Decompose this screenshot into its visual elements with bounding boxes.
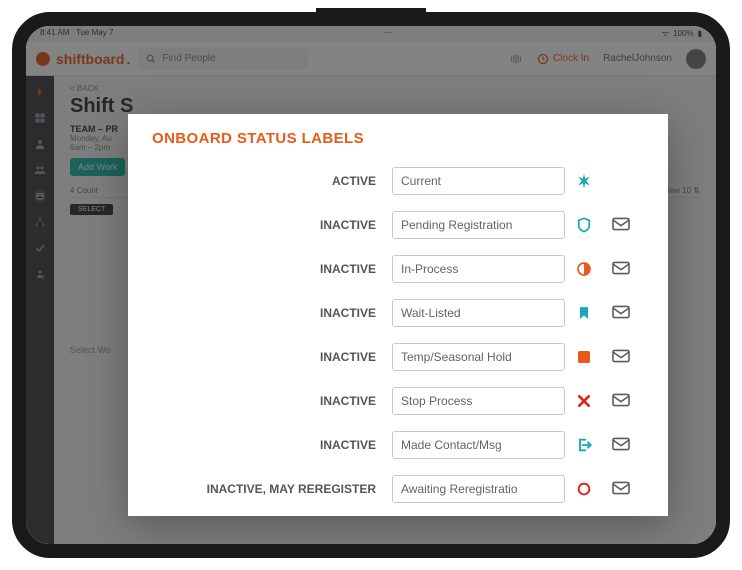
status-label-input[interactable] bbox=[392, 431, 565, 459]
status-category-label: INACTIVE bbox=[152, 438, 382, 452]
status-row: INACTIVE bbox=[152, 247, 644, 291]
status-row: INACTIVE bbox=[152, 423, 644, 467]
status-label-input[interactable] bbox=[392, 343, 565, 371]
status-label-input[interactable] bbox=[392, 475, 565, 503]
x-icon bbox=[575, 392, 593, 410]
status-row: ACTIVE bbox=[152, 159, 644, 203]
asterisk-icon bbox=[575, 172, 593, 190]
status-category-label: INACTIVE bbox=[152, 306, 382, 320]
status-category-label: INACTIVE bbox=[152, 350, 382, 364]
mail-icon[interactable] bbox=[611, 216, 629, 234]
status-row: INACTIVE bbox=[152, 379, 644, 423]
status-label-input[interactable] bbox=[392, 211, 565, 239]
status-label-input[interactable] bbox=[392, 167, 565, 195]
bookmark-icon bbox=[575, 304, 593, 322]
half-circle-icon bbox=[575, 260, 593, 278]
status-category-label: INACTIVE bbox=[152, 218, 382, 232]
mail-icon[interactable] bbox=[611, 436, 629, 454]
mail-icon[interactable] bbox=[611, 348, 629, 366]
status-row: INACTIVE, MAY REREGISTER bbox=[152, 467, 644, 511]
status-category-label: INACTIVE bbox=[152, 394, 382, 408]
status-category-label: INACTIVE, MAY REREGISTER bbox=[152, 482, 382, 496]
status-category-label: INACTIVE bbox=[152, 262, 382, 276]
mail-icon[interactable] bbox=[611, 392, 629, 410]
status-row: INACTIVE bbox=[152, 291, 644, 335]
mail-icon[interactable] bbox=[611, 304, 629, 322]
modal-title: ONBOARD STATUS LABELS bbox=[152, 130, 644, 147]
status-label-input[interactable] bbox=[392, 255, 565, 283]
shield-icon bbox=[575, 216, 593, 234]
square-icon bbox=[575, 348, 593, 366]
mail-icon[interactable] bbox=[611, 260, 629, 278]
status-category-label: ACTIVE bbox=[152, 174, 382, 188]
status-row: INACTIVE bbox=[152, 203, 644, 247]
onboard-status-modal: ONBOARD STATUS LABELS ACTIVE INACTIVE IN… bbox=[128, 114, 668, 516]
mail-icon[interactable] bbox=[611, 480, 629, 498]
circle-outline-icon bbox=[575, 480, 593, 498]
status-label-input[interactable] bbox=[392, 299, 565, 327]
status-label-input[interactable] bbox=[392, 387, 565, 415]
logout-icon bbox=[575, 436, 593, 454]
status-row: INACTIVE bbox=[152, 335, 644, 379]
